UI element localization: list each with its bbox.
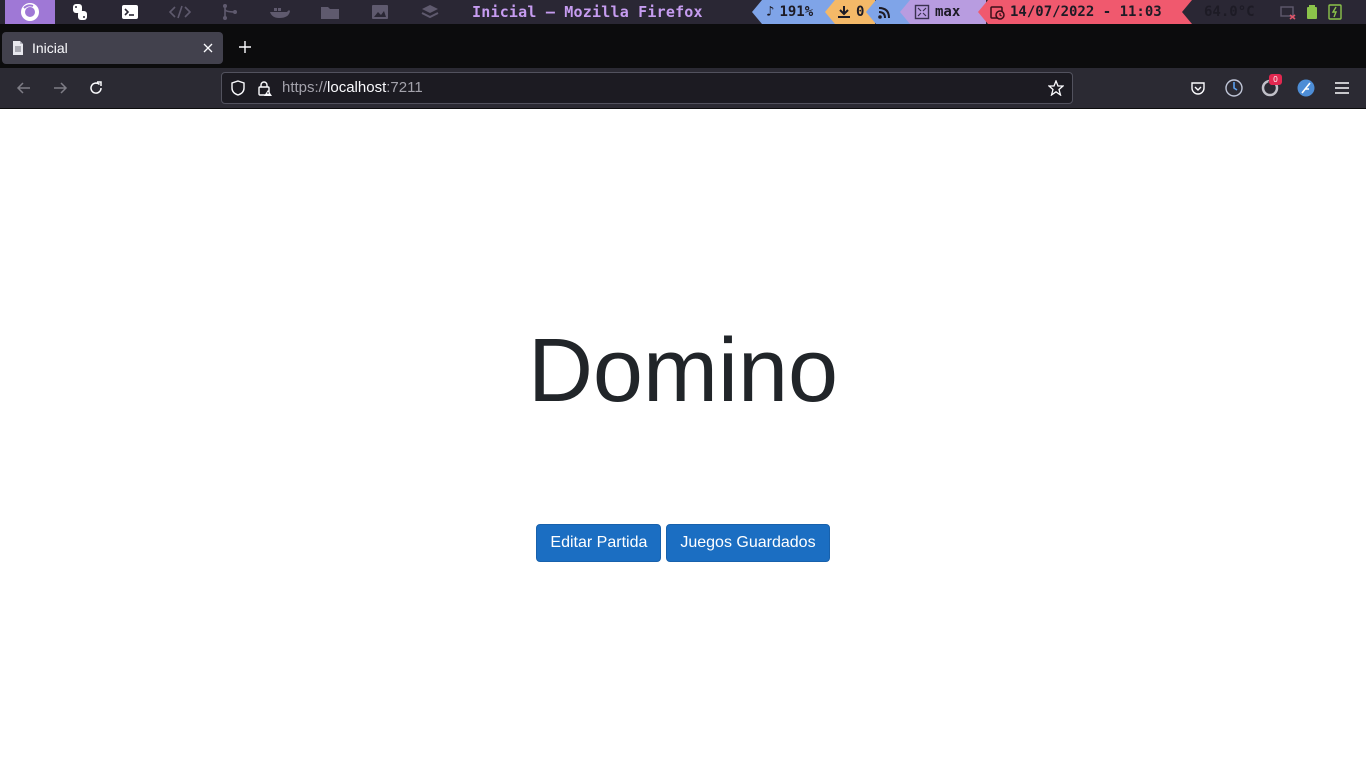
- volume-value: 191%: [779, 4, 814, 20]
- music-note-icon: ♪: [766, 4, 775, 20]
- extension-clock-button[interactable]: [1224, 78, 1244, 98]
- downloads-count: 0: [856, 4, 865, 20]
- terminal-icon: [122, 5, 138, 19]
- clock-extension-icon: [1225, 79, 1243, 97]
- clock[interactable]: 14/07/2022 - 11:03: [978, 0, 1192, 24]
- workspace-docker[interactable]: [255, 0, 305, 24]
- app-menu-button[interactable]: [1332, 78, 1352, 98]
- url-scheme: https://: [282, 79, 328, 96]
- workspace-python[interactable]: [55, 0, 105, 24]
- workspace-icons: [5, 0, 455, 24]
- insecure-lock-icon[interactable]: [256, 80, 272, 96]
- page-title: Domino: [527, 321, 839, 421]
- reload-button[interactable]: [86, 78, 106, 98]
- close-tab-icon[interactable]: [201, 41, 215, 55]
- plus-icon: [239, 41, 251, 53]
- charging-icon[interactable]: [1327, 4, 1342, 20]
- temperature-indicator: 64.0°C: [1182, 0, 1366, 24]
- new-tab-button[interactable]: [234, 36, 256, 58]
- url-port: :7211: [386, 79, 423, 96]
- workspace-code[interactable]: [155, 0, 205, 24]
- forward-arrow-icon: [54, 82, 68, 94]
- workspace-terminal[interactable]: [105, 0, 155, 24]
- workspace-firefox[interactable]: [5, 0, 55, 24]
- tab-title: Inicial: [32, 40, 68, 56]
- calendar-clock-icon: [990, 5, 1005, 20]
- maximize-icon: [914, 4, 930, 20]
- system-tray: [1279, 4, 1342, 20]
- reload-icon: [90, 81, 102, 94]
- action-buttons: Editar Partida Juegos Guardados: [0, 524, 1366, 562]
- back-button[interactable]: [14, 78, 34, 98]
- python-icon: [73, 4, 87, 20]
- edit-game-button[interactable]: Editar Partida: [536, 524, 662, 562]
- docker-icon: [270, 8, 290, 18]
- image-icon: [372, 5, 388, 19]
- firefox-icon: [21, 3, 39, 21]
- page-content: Domino Editar Partida Juegos Guardados: [0, 109, 1366, 768]
- git-icon: [223, 4, 237, 20]
- tracking-protection-shield-icon[interactable]: [230, 80, 246, 96]
- address-bar[interactable]: https://localhost:7211: [221, 72, 1073, 104]
- network-disconnected-icon[interactable]: [1279, 4, 1296, 20]
- tab-inicial[interactable]: Inicial: [2, 32, 223, 64]
- url-host: localhost: [327, 79, 387, 96]
- navigation-toolbar: https://localhost:7211: [0, 68, 1366, 109]
- datetime-value: 14/07/2022 - 11:03: [1010, 4, 1162, 20]
- url-text: https://localhost:7211: [282, 79, 423, 96]
- hamburger-menu-icon: [1335, 82, 1349, 94]
- folder-icon: [321, 7, 339, 19]
- code-icon: [168, 5, 192, 19]
- workspace-image[interactable]: [355, 0, 405, 24]
- window-title: Inicial — Mozilla Firefox: [472, 3, 703, 21]
- temperature-value: 64.0°C: [1204, 4, 1255, 20]
- system-bar: Inicial — Mozilla Firefox ♪ 191% 0 max 1…: [0, 0, 1366, 24]
- extension-feather-button[interactable]: [1296, 78, 1316, 98]
- tab-strip: Inicial: [0, 24, 1366, 68]
- pocket-button[interactable]: [1188, 78, 1208, 98]
- pocket-icon: [1191, 82, 1205, 95]
- layout-indicator[interactable]: max: [900, 0, 986, 24]
- forward-button[interactable]: [50, 78, 70, 98]
- saved-games-button[interactable]: Juegos Guardados: [666, 524, 830, 562]
- download-icon: [838, 6, 850, 18]
- rss-icon: [878, 6, 890, 19]
- workspace-folder[interactable]: [305, 0, 355, 24]
- workspace-git[interactable]: [205, 0, 255, 24]
- feather-extension-icon: [1297, 79, 1315, 97]
- workspace-layers[interactable]: [405, 0, 455, 24]
- battery-icon[interactable]: [1306, 4, 1318, 20]
- back-arrow-icon: [16, 82, 30, 94]
- extension-badge: 0: [1269, 74, 1282, 85]
- layout-mode: max: [935, 4, 961, 20]
- page-icon: [13, 41, 23, 55]
- layers-icon: [421, 5, 439, 19]
- bookmark-star-icon[interactable]: [1048, 80, 1064, 96]
